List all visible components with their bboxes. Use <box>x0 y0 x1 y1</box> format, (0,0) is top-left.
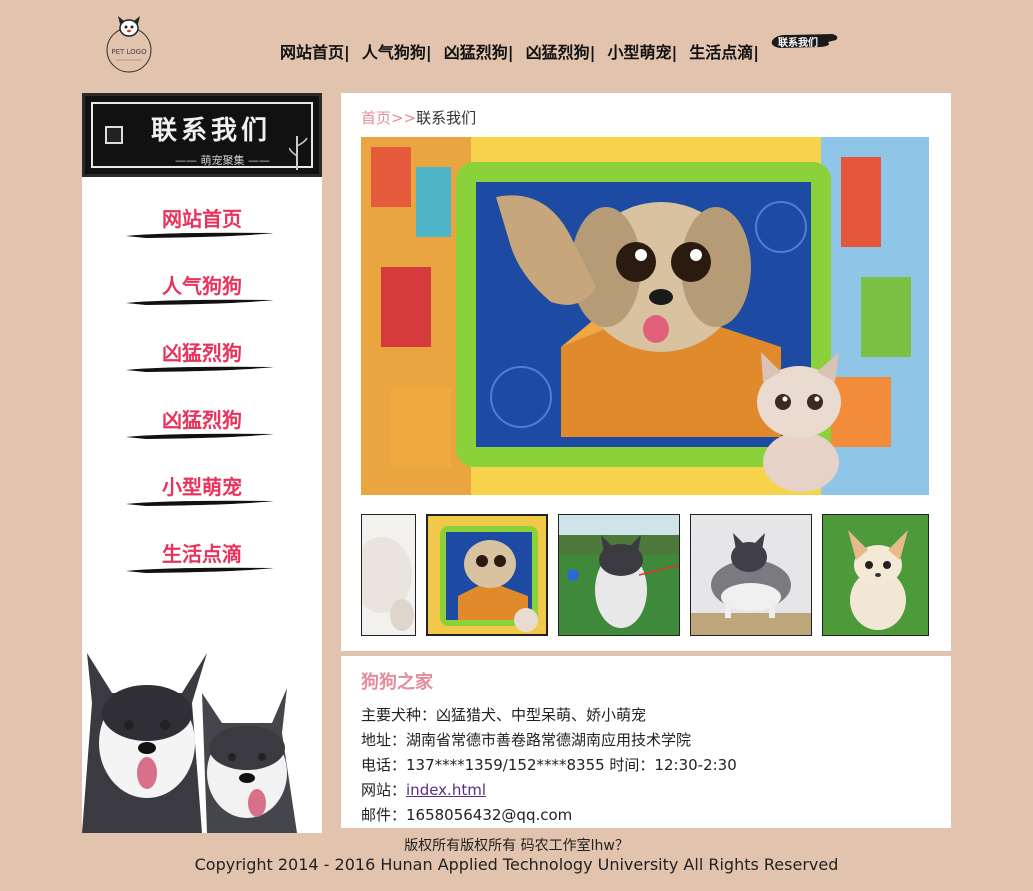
sidebar-banner-title: 联系我们 <box>151 116 272 146</box>
thumbnail-white-dog[interactable] <box>361 514 416 636</box>
breadcrumb-separator: >> <box>391 109 417 127</box>
nav-item-popular-dogs[interactable]: 人气狗狗| <box>362 39 432 63</box>
brush-underline-icon <box>126 433 274 439</box>
nav-item-life[interactable]: 生活点滴| <box>689 39 759 63</box>
thumbnail-cartoon-dog[interactable] <box>426 514 548 636</box>
nav-item-home[interactable]: 网站首页| <box>280 39 350 63</box>
brush-underline-icon <box>126 299 274 305</box>
breadcrumb-current: 联系我们 <box>416 109 477 127</box>
sidebar-item-fierce-dogs-2[interactable]: 凶猛烈狗 <box>82 402 322 469</box>
seal-icon <box>105 126 123 144</box>
info-website: 网站：index.html <box>361 779 486 800</box>
main-panel: 首页>>联系我们 <box>341 93 951 651</box>
husky-studio-thumb-image <box>691 515 811 635</box>
info-website-link[interactable]: index.html <box>406 781 486 799</box>
sidebar-item-label: 网站首页 <box>162 207 242 231</box>
site-logo[interactable]: PET LOGO <box>100 10 158 78</box>
footer-copyright: Copyright 2014 - 2016 Hunan Applied Tech… <box>194 855 839 874</box>
contact-label: 联系我们 <box>778 38 818 49</box>
breadcrumb-home-link[interactable]: 首页 <box>361 109 391 127</box>
nav-contact-button[interactable]: 联系我们 <box>770 32 840 50</box>
cartoon-dog-thumb-image <box>428 516 546 634</box>
sidebar-item-small-pets[interactable]: 小型萌宠 <box>82 469 322 536</box>
footer-rights: 版权所有版权所有 码农工作室lhw？ <box>404 838 629 854</box>
sidebar-item-label: 生活点滴 <box>162 542 242 566</box>
brush-underline-icon <box>126 500 274 506</box>
husky-grass-thumb-image <box>559 515 679 635</box>
breadcrumb: 首页>>联系我们 <box>361 107 476 128</box>
nav-item-small-pets[interactable]: 小型萌宠| <box>607 39 677 63</box>
sidebar: 联系我们 —— 萌宠聚集 —— 网站首页 人气狗狗 凶猛烈狗 凶猛烈狗 小型萌宠 <box>82 93 322 833</box>
info-website-label: 网站： <box>361 781 407 799</box>
info-breeds: 主要犬种：凶猛猎犬、中型呆萌、娇小萌宠 <box>361 706 647 724</box>
sidebar-item-label: 小型萌宠 <box>162 475 242 499</box>
hero-slideshow-image[interactable] <box>361 137 929 495</box>
sidebar-item-fierce-dogs[interactable]: 凶猛烈狗 <box>82 335 322 402</box>
thumbnail-chihuahua[interactable] <box>822 514 929 636</box>
info-phone: 电话：137****1359/152****8355 时间：12:30-2:30 <box>361 756 737 774</box>
sidebar-item-label: 凶猛烈狗 <box>162 341 242 365</box>
thumbnail-husky-studio[interactable] <box>690 514 812 636</box>
sidebar-item-label: 人气狗狗 <box>162 274 242 298</box>
info-email: 邮件：1658056432@qq.com <box>361 806 573 824</box>
info-title: 狗狗之家 <box>361 672 433 693</box>
chihuahua-thumb-image <box>823 515 928 635</box>
white-dog-thumb-image <box>362 515 415 635</box>
sidebar-banner: 联系我们 —— 萌宠聚集 —— <box>82 93 322 177</box>
sidebar-item-home[interactable]: 网站首页 <box>82 201 322 268</box>
bamboo-icon <box>289 136 308 170</box>
side-menu: 网站首页 人气狗狗 凶猛烈狗 凶猛烈狗 小型萌宠 生活点滴 <box>82 201 322 603</box>
sidebar-item-label: 凶猛烈狗 <box>162 408 242 432</box>
top-nav: 网站首页| 人气狗狗| 凶猛烈狗| 凶猛烈狗| 小型萌宠| 生活点滴| <box>280 39 771 63</box>
sidebar-item-popular-dogs[interactable]: 人气狗狗 <box>82 268 322 335</box>
thumbnail-strip <box>361 514 929 636</box>
husky-dogs-image <box>82 633 322 833</box>
logo-text: PET LOGO <box>111 48 147 56</box>
brush-underline-icon <box>126 232 274 238</box>
thumbnail-husky-grass[interactable] <box>558 514 680 636</box>
dog-logo-icon: PET LOGO <box>106 16 152 73</box>
brush-underline-icon <box>126 366 274 372</box>
cartoon-dog-illustration <box>361 137 929 495</box>
sidebar-banner-subtitle: —— 萌宠聚集 —— <box>175 154 270 167</box>
brush-underline-icon <box>126 567 274 573</box>
contact-info-box: 狗狗之家 主要犬种：凶猛猎犬、中型呆萌、娇小萌宠 地址：湖南省常德市善卷路常德湖… <box>341 656 951 828</box>
nav-item-fierce-dogs[interactable]: 凶猛烈狗| <box>444 39 514 63</box>
info-address: 地址：湖南省常德市善卷路常德湖南应用技术学院 <box>361 731 692 749</box>
sidebar-item-life[interactable]: 生活点滴 <box>82 536 322 603</box>
nav-item-fierce-dogs-2[interactable]: 凶猛烈狗| <box>526 39 596 63</box>
